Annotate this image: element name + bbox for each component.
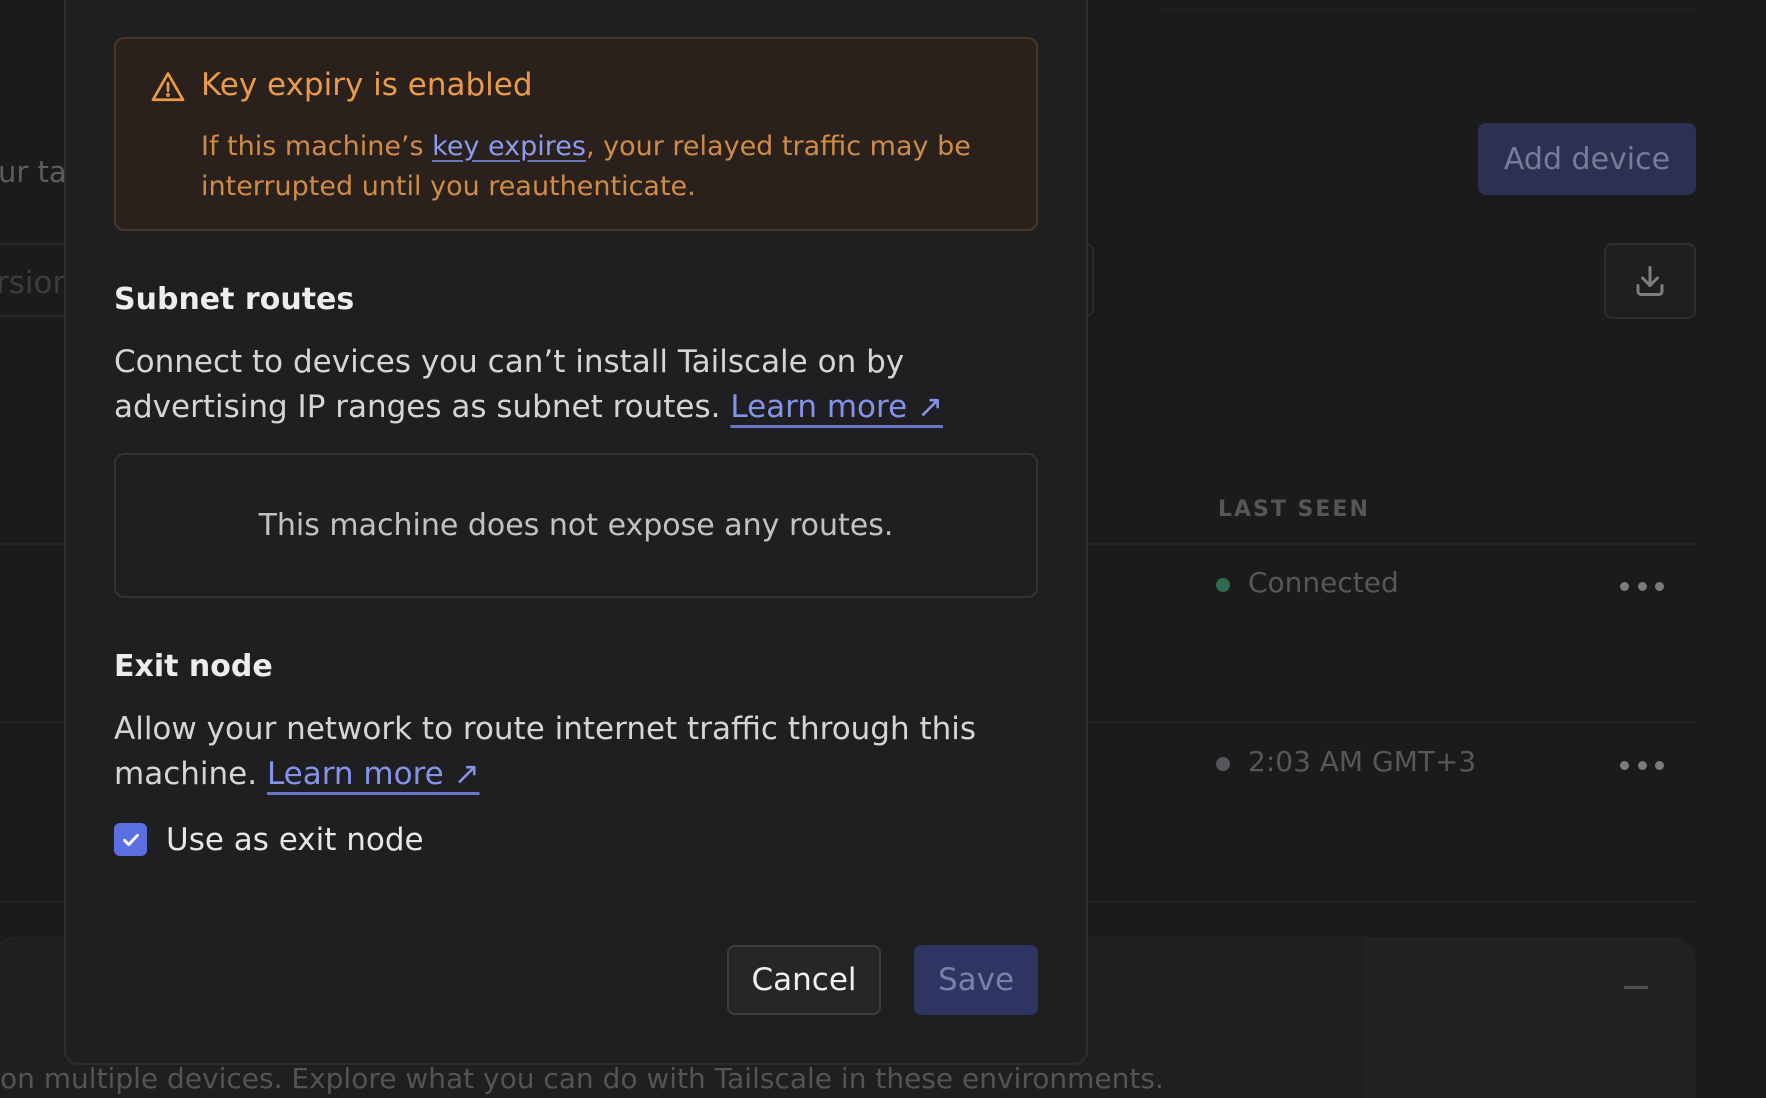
save-button[interactable]: Save (914, 945, 1038, 1015)
collapse-icon[interactable] (1624, 986, 1648, 989)
add-device-button[interactable]: Add device (1478, 123, 1696, 195)
use-as-exit-node-label[interactable]: Use as exit node (166, 822, 424, 858)
page: ur tai rsion Add device LAST SEEN Connec… (0, 0, 1766, 1098)
exit-node-learn-more-link[interactable]: Learn more ↗ (267, 756, 480, 792)
use-as-exit-node-checkbox[interactable] (114, 823, 147, 856)
status-text: Connected (1248, 566, 1399, 599)
key-expires-link[interactable]: key expires (432, 131, 586, 162)
subnet-routes-description: Connect to devices you can’t install Tai… (114, 340, 1044, 430)
alert-title: Key expiry is enabled (201, 67, 533, 103)
routes-empty-state: This machine does not expose any routes. (114, 453, 1038, 598)
exit-node-description-text: Allow your network to route internet tra… (114, 711, 977, 792)
background-footer-text: on multiple devices. Explore what you ca… (0, 1062, 1164, 1095)
checkmark-icon (122, 833, 139, 846)
download-button[interactable] (1604, 243, 1696, 319)
exit-node-description: Allow your network to route internet tra… (114, 707, 1044, 797)
column-header-last-seen: LAST SEEN (1218, 497, 1370, 522)
status-dot-offline (1216, 757, 1230, 771)
background-divider (1160, 9, 1696, 10)
key-expiry-alert: Key expiry is enabled If this machine’s … (114, 37, 1038, 231)
subnet-routes-learn-more-link[interactable]: Learn more ↗ (730, 389, 943, 425)
download-icon (1636, 266, 1664, 296)
status-dot-connected (1216, 578, 1230, 592)
warning-icon (151, 72, 185, 102)
routes-empty-message: This machine does not expose any routes. (258, 508, 894, 543)
alert-body-text: If this machine’s (201, 131, 433, 162)
row-more-button[interactable] (1620, 755, 1664, 775)
subnet-routes-title: Subnet routes (114, 282, 355, 317)
row-more-button[interactable] (1620, 576, 1664, 596)
background-card-panel (1364, 937, 1696, 1098)
exit-node-title: Exit node (114, 649, 273, 684)
background-search-placeholder-fragment: rsion (0, 265, 73, 301)
cancel-button[interactable]: Cancel (727, 945, 881, 1015)
alert-body: If this machine’s key expires, your rela… (201, 127, 981, 207)
status-text: 2:03 AM GMT+3 (1248, 745, 1477, 778)
